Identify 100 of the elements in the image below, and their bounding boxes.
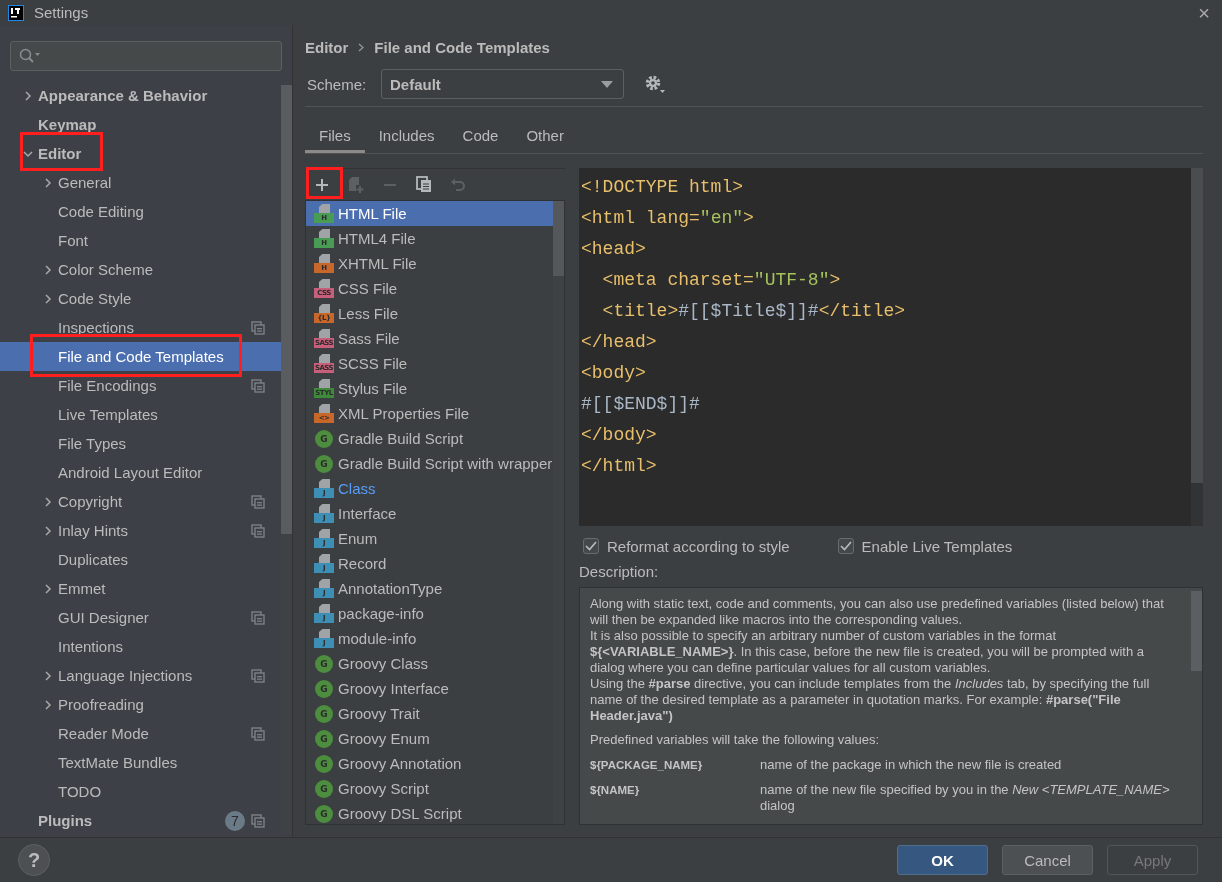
tab[interactable]: Includes [364, 121, 449, 153]
variable-name: ${NAME} [590, 783, 641, 798]
dialog-button[interactable]: OK [897, 845, 988, 875]
chevron-right-icon[interactable] [43, 583, 53, 594]
sidebar-item[interactable]: Code Editing [0, 197, 281, 226]
undo-icon [450, 176, 466, 193]
code-line: #[[$END$]]# [581, 393, 701, 416]
code-line: </html> [581, 455, 658, 478]
file-type-icon: G [315, 429, 333, 448]
tab[interactable]: Files [305, 121, 365, 153]
close-button[interactable]: × [1194, 2, 1214, 23]
add-file-icon [348, 175, 364, 194]
chevron-right-icon[interactable] [43, 496, 53, 507]
help-button[interactable]: ? [18, 844, 50, 876]
checkmark-icon [839, 541, 852, 551]
file-type-icon: G [315, 754, 333, 773]
search-icon [19, 48, 41, 64]
tab[interactable]: Other [512, 121, 578, 153]
copy-icon [416, 176, 432, 193]
remove-icon [383, 182, 397, 187]
sidebar-item[interactable]: Plugins 7 [0, 806, 281, 835]
chevron-down-icon[interactable] [23, 148, 33, 159]
chevron-right-icon[interactable] [43, 264, 53, 275]
variable-description: name of the new file specified by you in the New <TEMPLATE_NAME> dialog [760, 782, 1171, 814]
app-logo-icon [8, 4, 24, 21]
file-type-icon: G [315, 704, 333, 723]
sidebar-item[interactable]: Inspections [0, 313, 281, 342]
sidebar-item[interactable]: Android Layout Editor [0, 458, 281, 487]
checkmark-icon [585, 541, 597, 551]
code-line: <body> [581, 362, 647, 385]
template-item[interactable]: G Groovy Interface [306, 676, 553, 701]
scheme-dropdown[interactable]: Default [381, 69, 624, 99]
template-item[interactable]: G Groovy Enum [306, 726, 553, 751]
template-item[interactable]: G Groovy Class [306, 651, 553, 676]
sidebar-item[interactable]: General [0, 168, 281, 197]
description-label: Description: [579, 563, 660, 582]
sidebar-item[interactable]: Code Style [0, 284, 281, 313]
sidebar-item[interactable]: Copyright [0, 487, 281, 516]
breadcrumb-item: File and Code Templates [374, 38, 550, 56]
file-type-icon: G [315, 779, 333, 798]
file-type-icon: G [315, 729, 333, 748]
description-text: It is also possible to specify an arbitrary number of custom variables in the format ${<VARIABLE_NAME>}. In this case, before the new file is created, you will be prompted with a dialog where you can define particular values for all custom variables. [590, 628, 1145, 676]
sidebar-item[interactable]: Appearance & Behavior [0, 81, 281, 110]
add-icon [315, 177, 329, 192]
sidebar-item[interactable]: Inlay Hints [0, 516, 281, 545]
sidebar-item[interactable]: TextMate Bundles [0, 748, 281, 777]
template-item[interactable]: G Groovy Script [306, 776, 553, 801]
checkbox[interactable]: Reformat according to style [583, 537, 790, 555]
code-line: <head> [581, 238, 647, 261]
file-type-icon: G [315, 804, 333, 823]
sidebar-item[interactable]: Editor [0, 139, 281, 168]
file-type-icon: G [315, 654, 333, 673]
sidebar-item[interactable]: Color Scheme [0, 255, 281, 284]
breadcrumb-item: Editor [305, 38, 349, 56]
variable-description: name of the package in which the new file is created [760, 757, 1062, 773]
count-badge: 7 [225, 810, 245, 831]
chevron-right-icon[interactable] [43, 525, 53, 536]
sidebar-item[interactable]: GUI Designer [0, 603, 281, 632]
code-line: </head> [581, 331, 658, 354]
dialog-button[interactable]: Cancel [1002, 845, 1093, 875]
caret-icon [601, 80, 613, 88]
variable-name: ${PACKAGE_NAME} [590, 758, 704, 773]
sidebar-item[interactable]: Intentions [0, 632, 281, 661]
template-item[interactable]: G Groovy Trait [306, 701, 553, 726]
file-type-icon: G [315, 679, 333, 698]
sidebar-item[interactable]: File Encodings [0, 371, 281, 400]
code-line: <!DOCTYPE html> [581, 176, 745, 199]
sidebar-item[interactable]: Duplicates [0, 545, 281, 574]
sidebar-item[interactable]: TODO [0, 777, 281, 806]
template-item[interactable]: G Gradle Build Script [306, 426, 553, 451]
sidebar-item[interactable]: Emmet [0, 574, 281, 603]
code-line: <title>#[[$Title$]]#</title> [601, 300, 907, 323]
file-type-icon: G [315, 454, 333, 473]
sidebar-item[interactable]: Keymap [0, 110, 281, 139]
chevron-right-icon[interactable] [43, 293, 53, 304]
tab[interactable]: Code [448, 121, 513, 153]
chevron-right-icon[interactable] [23, 90, 33, 101]
sidebar-item[interactable]: Live Templates [0, 400, 281, 429]
sidebar-item[interactable]: Reader Mode [0, 719, 281, 748]
description-text: Using the #parse directive, you can include templates from the Includes tab, by specifying the full name of the desired template as a parameter in quotation marks. For example: #parse("File Header.java") [590, 676, 1151, 724]
settings-icon[interactable] [644, 74, 666, 94]
description-text: Along with static text, code and comments, you can also use predefined variables (listed below) that will then be expanded like macros into the corresponding values. [590, 596, 1165, 628]
search-field[interactable] [10, 41, 282, 71]
sidebar-item[interactable]: Proofreading [0, 690, 281, 719]
description-text: Predefined variables will take the following values: [590, 732, 881, 748]
checkbox[interactable]: Enable Live Templates [837, 537, 1013, 555]
chevron-right-icon [358, 42, 365, 52]
code-editor[interactable]: <!DOCTYPE html> <html lang="en"> <head> <meta charset="UTF-8"> <title>#[[$Title$]]#</title> </head> <body> #[[$END$]]# </body> </html> [579, 168, 1203, 526]
chevron-right-icon[interactable] [43, 670, 53, 681]
scheme-label: Scheme: [306, 75, 368, 93]
template-item[interactable]: G Gradle Build Script with wrapper [306, 451, 553, 476]
sidebar-item[interactable]: File Types [0, 429, 281, 458]
template-item[interactable]: G Groovy Annotation [306, 751, 553, 776]
sidebar-item[interactable]: File and Code Templates [0, 342, 281, 371]
template-item[interactable]: G Groovy DSL Script [306, 801, 553, 824]
sidebar-item[interactable]: Language Injections [0, 661, 281, 690]
chevron-right-icon[interactable] [43, 699, 53, 710]
sidebar-item[interactable]: Font [0, 226, 281, 255]
scrollbar[interactable] [1191, 168, 1203, 526]
chevron-right-icon[interactable] [43, 177, 53, 188]
